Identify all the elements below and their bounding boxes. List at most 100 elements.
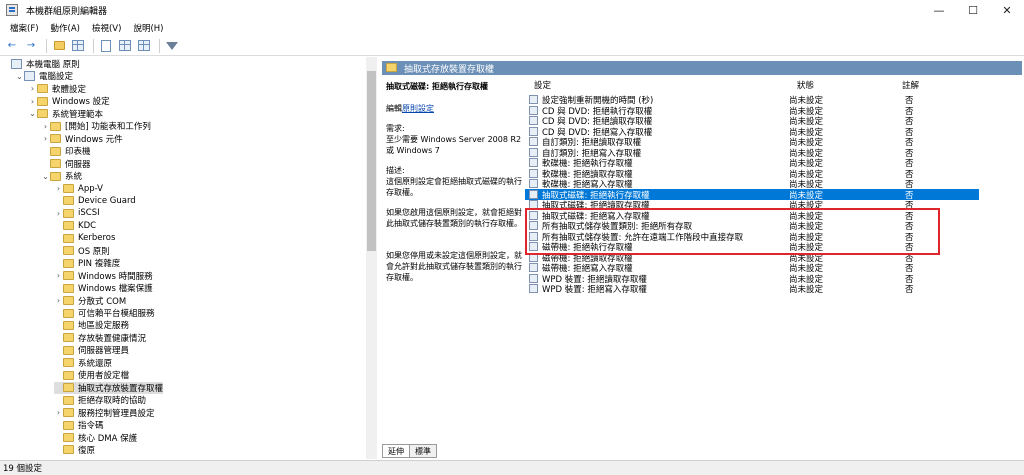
chevron-right-icon[interactable]: ›	[54, 408, 63, 417]
filter-icon[interactable]	[164, 38, 180, 54]
tree-item-label: 可信賴平台模組服務	[78, 309, 155, 319]
chevron-right-icon[interactable]: ›	[28, 84, 37, 93]
chevron-right-icon[interactable]: ›	[41, 122, 50, 131]
properties-icon[interactable]	[136, 38, 152, 54]
tree-item[interactable]: ⌄ 電腦設定	[15, 70, 73, 82]
setting-row[interactable]: 軟碟機: 拒絕寫入存取權 尚未設定否	[525, 178, 979, 190]
tab-extended[interactable]: 延伸	[382, 444, 410, 458]
policy-icon	[24, 71, 35, 82]
tree-item[interactable]: 使用者設定檔	[54, 369, 129, 381]
tree-item-label: [開始] 功能表和工作列	[65, 122, 151, 133]
tree-item[interactable]: Kerberos	[54, 232, 115, 244]
forward-arrow-icon[interactable]: →	[23, 38, 39, 54]
chevron-down-icon[interactable]: ⌄	[28, 109, 37, 118]
tree-item[interactable]: ⌄ 系統管理範本	[28, 108, 103, 120]
tab-standard[interactable]: 標準	[410, 444, 437, 458]
tree-item[interactable]: › App-V	[54, 183, 103, 195]
status-bar: 19 個設定	[0, 460, 1024, 475]
folder-icon	[63, 296, 74, 306]
chevron-right-icon[interactable]: ›	[41, 134, 50, 143]
close-button[interactable]: ✕	[990, 0, 1024, 20]
help-icon[interactable]	[117, 38, 133, 54]
tree-item-label: 服務控制管理員設定	[78, 408, 155, 419]
tree-item[interactable]: 伺服器管理員	[54, 344, 129, 356]
tree-item-label: App-V	[78, 183, 103, 194]
menu-help[interactable]: 說明(H)	[127, 22, 169, 34]
column-setting[interactable]: 設定	[534, 79, 551, 91]
chevron-down-icon[interactable]: ⌄	[41, 172, 50, 181]
tree-item[interactable]: 地區設定服務	[54, 319, 129, 331]
menu-file[interactable]: 檔案(F)	[4, 22, 45, 34]
chevron-right-icon[interactable]: ›	[54, 184, 63, 193]
back-arrow-icon[interactable]: ←	[4, 38, 20, 54]
tree-item-label: 伺服器	[65, 159, 91, 170]
setting-row[interactable]: 抽取式磁碟: 拒絕執行存取權 尚未設定否	[525, 188, 979, 201]
tree-item[interactable]: Device Guard	[54, 195, 136, 207]
tree-scrollbar[interactable]	[366, 57, 377, 459]
chevron-down-icon[interactable]: ⌄	[15, 72, 24, 81]
folder-icon	[63, 433, 74, 442]
tree-item[interactable]: Windows 檔案保護	[54, 282, 153, 294]
export-list-icon[interactable]	[98, 38, 114, 54]
chevron-right-icon[interactable]: ›	[54, 296, 63, 305]
tree-item[interactable]: › 服務控制管理員設定	[54, 407, 155, 419]
tree-item[interactable]: › iSCSI	[54, 207, 100, 219]
tree-item[interactable]: OS 原則	[54, 245, 110, 257]
column-state[interactable]: 狀態	[797, 79, 814, 91]
tree-item[interactable]: 系統還原	[54, 357, 112, 369]
tree-item[interactable]: 核心 DMA 保護	[54, 432, 137, 444]
folder-icon	[50, 134, 61, 144]
tree-item[interactable]: › [開始] 功能表和工作列	[41, 120, 151, 132]
minimize-button[interactable]: —	[922, 0, 956, 20]
tree-item[interactable]: › Windows 時間服務	[54, 270, 153, 282]
tree-item[interactable]: 拒絕存取時的協助	[54, 394, 146, 406]
folder-icon	[50, 171, 61, 181]
setting-row[interactable]: 軟碟機: 拒絕讀取存取權 尚未設定否	[525, 168, 979, 180]
folder-icon	[63, 258, 74, 268]
setting-row[interactable]: CD 與 DVD: 拒絕讀取存取權 尚未設定否	[525, 115, 979, 127]
setting-row[interactable]: CD 與 DVD: 拒絕寫入存取權 尚未設定否	[525, 126, 979, 138]
toolbar: ← →	[0, 36, 1024, 56]
setting-row[interactable]: WPD 裝置: 拒絕寫入存取權 尚未設定 否	[525, 283, 979, 295]
edit-policy-link[interactable]: 原則設定	[402, 104, 434, 113]
folder-icon	[63, 445, 74, 455]
tree-item[interactable]: › Windows 設定	[28, 95, 110, 107]
tree-item[interactable]: 印表機	[41, 145, 91, 157]
tree-item[interactable]: 指令碼	[54, 419, 104, 431]
menu-action[interactable]: 動作(A)	[45, 22, 86, 34]
tree-item-label: KDC	[78, 220, 97, 231]
enable-text: 如果您啟用這個原則設定，就會拒絕對此抽取式儲存裝置類別的執行存取權。	[386, 208, 522, 228]
setting-row[interactable]: CD 與 DVD: 拒絕執行存取權 尚未設定否	[525, 105, 979, 117]
tree-item[interactable]: 本機電腦 原則	[2, 58, 80, 70]
tree-item[interactable]: 存放裝置健康情況	[54, 332, 146, 344]
tree-item[interactable]: KDC	[54, 220, 96, 232]
setting-row[interactable]: 軟碟機: 拒絕執行存取權 尚未設定否	[525, 157, 979, 169]
chevron-right-icon[interactable]: ›	[54, 209, 63, 218]
tree-item[interactable]: 復原	[54, 444, 95, 456]
setting-icon	[529, 105, 538, 115]
tree-item[interactable]: › Windows 元件	[41, 133, 123, 145]
tree-item[interactable]: › 軟體設定	[28, 83, 86, 95]
tree-item[interactable]: 伺服器	[41, 158, 91, 170]
tree-item[interactable]: PIN 複雜度	[54, 257, 120, 269]
tree-item[interactable]: ⌄ 系統	[41, 170, 82, 182]
tree-item[interactable]: 可信賴平台模組服務	[54, 307, 155, 319]
show-hide-tree-icon[interactable]	[70, 38, 86, 54]
chevron-right-icon[interactable]: ›	[28, 97, 37, 106]
tree-item[interactable]: 抽取式存放裝置存取權	[54, 381, 164, 394]
menu-view[interactable]: 檢視(V)	[86, 22, 127, 34]
details-header-title: 抽取式存放裝置存取權	[404, 65, 495, 75]
tree-item[interactable]: › 分散式 COM	[54, 295, 126, 307]
toolbar-divider	[159, 38, 160, 53]
setting-row[interactable]: WPD 裝置: 拒絕讀取存取權 尚未設定否	[525, 273, 979, 285]
chevron-right-icon[interactable]: ›	[54, 271, 63, 280]
tree-scroll-thumb[interactable]	[367, 71, 376, 251]
maximize-button[interactable]: ☐	[956, 0, 990, 20]
up-folder-icon[interactable]	[51, 38, 67, 54]
setting-row[interactable]: 磁帶機: 拒絕寫入存取權 尚未設定否	[525, 262, 979, 274]
setting-state: 尚未設定	[789, 285, 824, 295]
setting-row[interactable]: 設定強制重新開機的時間 (秒) 尚未設定否	[525, 94, 979, 106]
setting-row[interactable]: 自訂類別: 拒絕讀取存取權 尚未設定否	[525, 136, 979, 148]
setting-row[interactable]: 自訂類別: 拒絕寫入存取權 尚未設定否	[525, 147, 979, 159]
column-comment[interactable]: 註解	[902, 79, 919, 91]
